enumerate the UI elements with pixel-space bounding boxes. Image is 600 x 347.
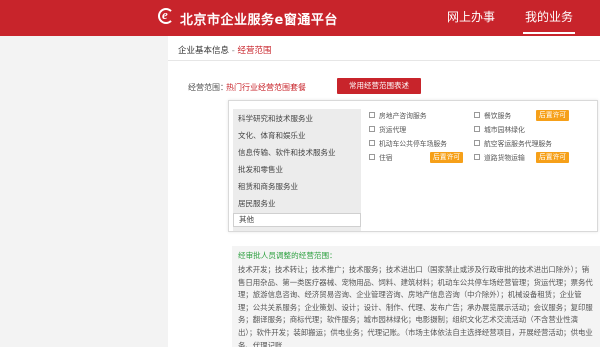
category-item-active[interactable]: 其他: [233, 213, 361, 227]
breadcrumb-separator: -: [229, 46, 238, 56]
option-item[interactable]: 机动车公共停车场服务: [369, 139, 447, 149]
post-license-badge: 后置许可: [430, 152, 464, 163]
option-label: 机动车公共停车场服务: [379, 140, 447, 148]
approval-adjusted-scope: 经审批人员调整的经营范围： 技术开发；技术转让；技术推广；技术服务；技术进出口（…: [232, 246, 600, 347]
category-item[interactable]: 科学研究和技术服务业: [238, 113, 358, 124]
option-label: 货运代理: [379, 126, 407, 134]
nav-my-business[interactable]: 我的业务: [523, 8, 576, 34]
scope-label: 经营范围：: [188, 83, 228, 92]
option-item[interactable]: 餐饮服务: [474, 111, 511, 121]
checkbox[interactable]: [474, 126, 480, 132]
breadcrumb: 企业基本信息 - 经营范围: [178, 44, 272, 56]
checkbox[interactable]: [474, 154, 480, 160]
checkbox[interactable]: [369, 112, 375, 118]
option-label: 道路货物运输: [484, 154, 525, 162]
checkbox[interactable]: [369, 126, 375, 132]
checkbox[interactable]: [369, 140, 375, 146]
scope-dropdown-panel: 科学研究和技术服务业 文化、体育和娱乐业 信息传输、软件和技术服务业 批发和零售…: [228, 100, 598, 232]
option-label: 航空客运服务代理服务: [484, 140, 552, 148]
logo-letter: e: [162, 7, 168, 22]
category-item[interactable]: 批发和零售业: [238, 164, 358, 175]
option-label: 餐饮服务: [484, 112, 512, 120]
nav-online-service[interactable]: 网上办事: [445, 8, 497, 34]
popular-package-link[interactable]: 热门行业经营范围套餐: [226, 82, 306, 93]
category-item[interactable]: 信息传输、软件和技术服务业: [238, 147, 358, 158]
breadcrumb-parent[interactable]: 企业基本信息: [178, 46, 229, 56]
checkbox[interactable]: [369, 154, 375, 160]
main-content: 企业基本信息 - 经营范围 经营范围： 热门行业经营范围套餐 常用经营范围表述 …: [168, 36, 600, 347]
breadcrumb-divider: [168, 60, 600, 61]
category-item[interactable]: 居民服务业: [238, 198, 358, 209]
category-item[interactable]: 文化、体育和娱乐业: [238, 130, 358, 141]
post-license-badge: 后置许可: [536, 110, 570, 121]
option-item[interactable]: 城市园林绿化: [474, 125, 525, 135]
option-label: 房地产咨询服务: [379, 112, 427, 120]
post-license-badge: 后置许可: [536, 152, 570, 163]
approval-title: 经审批人员调整的经营范围：: [238, 251, 337, 260]
common-scope-button[interactable]: 常用经营范围表述: [337, 78, 421, 94]
option-item[interactable]: 房地产咨询服务: [369, 111, 427, 121]
site-title[interactable]: 北京市企业服务e窗通平台: [180, 9, 338, 28]
option-label: 住宿: [379, 154, 393, 162]
top-header: e 北京市企业服务e窗通平台 网上办事 我的业务: [0, 0, 600, 36]
option-item[interactable]: 住宿: [369, 153, 393, 163]
breadcrumb-current: 经营范围: [237, 46, 272, 56]
option-item[interactable]: 道路货物运输: [474, 153, 525, 163]
approval-body: 技术开发；技术转让；技术推广；技术服务；技术进出口（国家禁止或涉及行政审批的技术…: [238, 265, 593, 347]
checkbox[interactable]: [474, 140, 480, 146]
category-list: 科学研究和技术服务业 文化、体育和娱乐业 信息传输、软件和技术服务业 批发和零售…: [233, 109, 361, 231]
option-item[interactable]: 货运代理: [369, 125, 406, 135]
checkbox[interactable]: [474, 112, 480, 118]
category-item[interactable]: 租赁和商务服务业: [238, 181, 358, 192]
option-item[interactable]: 航空客运服务代理服务: [474, 139, 552, 149]
option-label: 城市园林绿化: [484, 126, 525, 134]
